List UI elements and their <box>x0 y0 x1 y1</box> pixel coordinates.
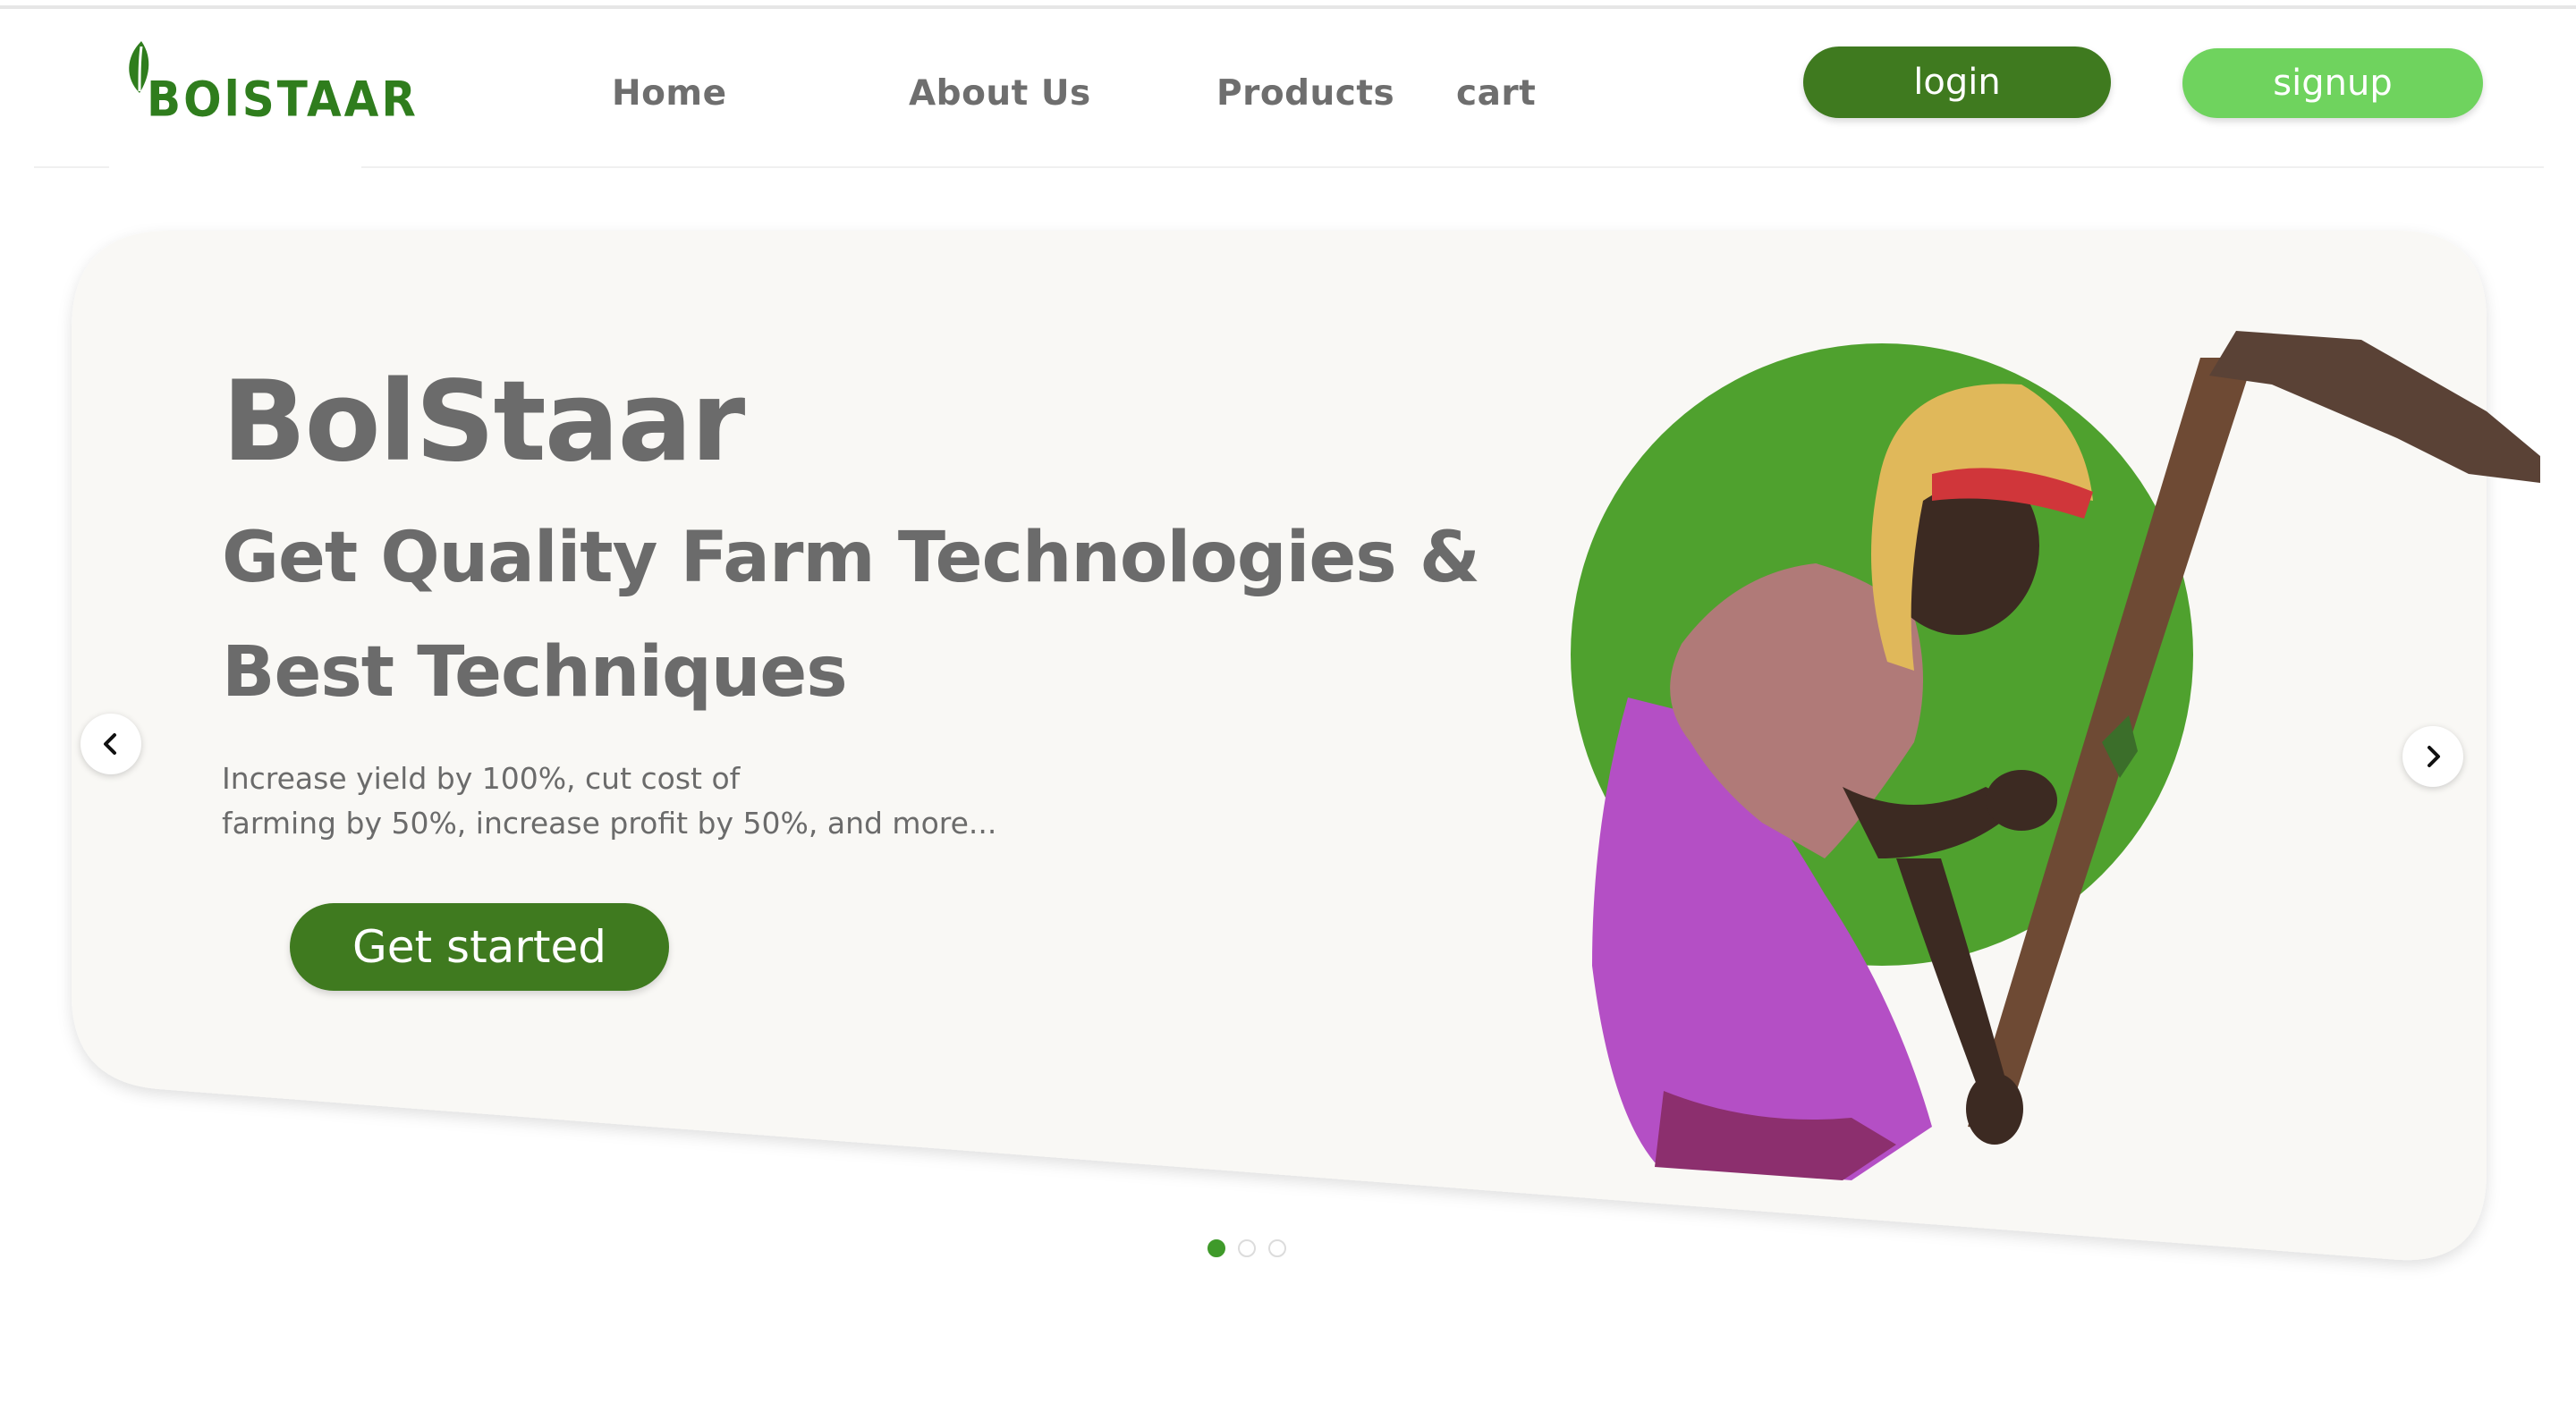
hero-description-line-1: Increase yield by 100%, cut cost of <box>222 761 741 796</box>
chevron-left-icon <box>104 733 116 755</box>
landing-page: BOlSTAAR Home About Us Products cart log… <box>0 0 2576 1420</box>
carousel-dot-2[interactable] <box>1238 1239 1256 1257</box>
carousel-prev-button[interactable] <box>80 714 141 774</box>
hero-description: Increase yield by 100%, cut cost of farm… <box>222 756 1027 846</box>
chevron-right-icon <box>2428 746 2440 767</box>
hero-subtitle-line-2: Best Techniques <box>222 632 848 713</box>
carousel-dot-3[interactable] <box>1268 1239 1286 1257</box>
carousel-next-button[interactable] <box>2402 726 2463 787</box>
hero-title: BolStaar <box>222 358 745 486</box>
farmer-hero-image <box>1571 331 2540 1180</box>
hero-description-line-2: farming by 50%, increase profit by 50%, … <box>222 806 997 841</box>
carousel-indicators <box>1208 1239 1286 1257</box>
get-started-button[interactable]: Get started <box>290 903 669 991</box>
carousel-dot-1[interactable] <box>1208 1239 1225 1257</box>
hero-subtitle-line-1: Get Quality Farm Technologies & <box>222 518 1480 598</box>
hero-subtitle: Get Quality Farm Technologies & Best Tec… <box>222 501 1563 730</box>
